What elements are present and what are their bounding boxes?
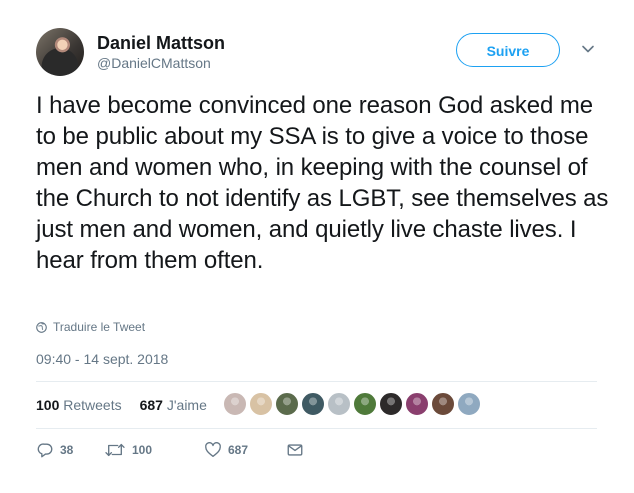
retweet-icon	[105, 443, 125, 457]
tweet-timestamp[interactable]: 09:40 - 14 sept. 2018	[36, 351, 168, 367]
chevron-down-icon[interactable]	[580, 41, 596, 57]
liker-avatar[interactable]	[249, 392, 273, 416]
author-avatar[interactable]	[36, 28, 84, 76]
liker-avatar[interactable]	[457, 392, 481, 416]
likes-label: J'aime	[166, 397, 207, 413]
liker-avatar[interactable]	[431, 392, 455, 416]
follow-button[interactable]: Suivre	[456, 33, 560, 67]
likes-stat[interactable]: 687 J'aime	[140, 397, 207, 413]
tweet-stats: 100 Retweets 687 J'aime	[36, 397, 207, 413]
likes-count: 687	[139, 397, 163, 413]
liker-avatar[interactable]	[327, 392, 351, 416]
liker-avatars	[223, 392, 483, 416]
retweets-count: 100	[36, 397, 60, 413]
tweet-text: I have become convinced one reason God a…	[36, 92, 609, 274]
retweet-count: 100	[132, 443, 153, 457]
liker-avatar[interactable]	[405, 392, 429, 416]
globe-icon	[36, 321, 47, 333]
retweets-label: Retweets	[63, 397, 122, 413]
divider	[36, 428, 597, 429]
liker-avatar[interactable]	[353, 392, 377, 416]
like-count: 687	[228, 443, 249, 457]
like-button[interactable]: 687	[204, 441, 286, 459]
liker-avatar[interactable]	[379, 392, 403, 416]
translate-label: Traduire le Tweet	[53, 320, 146, 334]
reply-button[interactable]: 38	[36, 441, 104, 459]
retweets-stat[interactable]: 100 Retweets	[36, 397, 122, 413]
tweet-card: Daniel Mattson @DanielCMattson Suivre I …	[0, 0, 634, 493]
author-name[interactable]: Daniel Mattson	[97, 33, 225, 54]
author-handle[interactable]: @DanielCMattson	[97, 55, 211, 71]
divider	[36, 381, 597, 382]
reply-count: 38	[60, 443, 74, 457]
liker-avatar[interactable]	[301, 392, 325, 416]
liker-avatar[interactable]	[223, 392, 247, 416]
liker-avatar[interactable]	[275, 392, 299, 416]
reply-icon	[37, 443, 53, 458]
envelope-icon	[287, 444, 303, 456]
retweet-button[interactable]: 100	[104, 441, 204, 459]
direct-message-button[interactable]	[286, 441, 304, 459]
heart-icon	[205, 442, 221, 457]
translate-tweet-link[interactable]: Traduire le Tweet	[36, 320, 145, 334]
tweet-actions: 38 100 687	[36, 441, 304, 459]
